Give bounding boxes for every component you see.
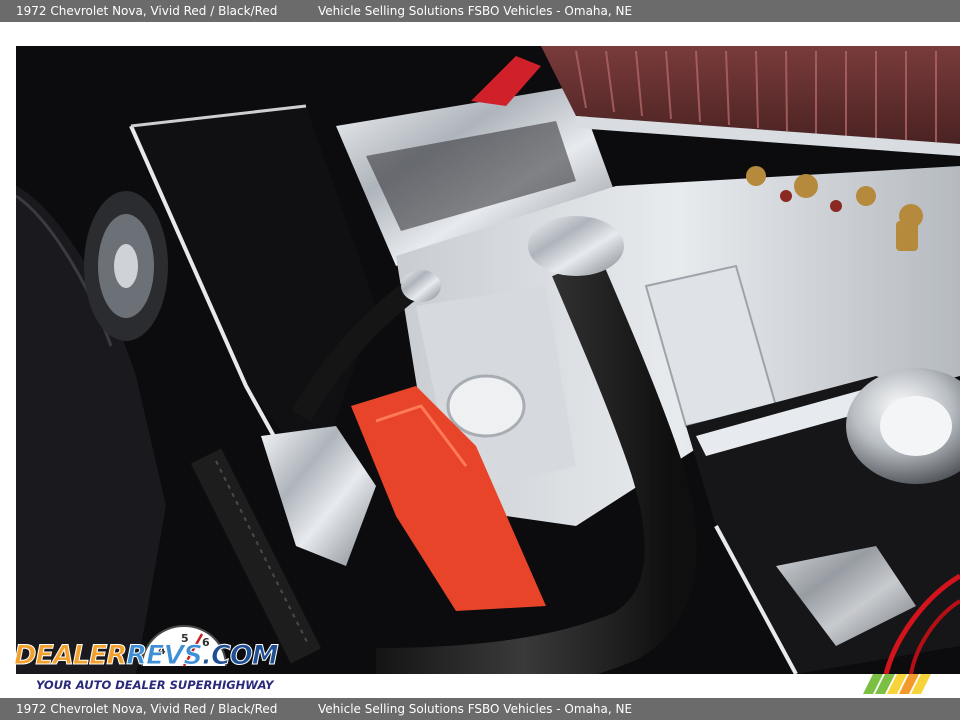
logo-part-dealer: DEALER [13, 640, 127, 672]
bottom-caption-bar: 1972 Chevrolet Nova, Vivid Red / Black/R… [0, 698, 960, 720]
logo-tagline: YOUR AUTO DEALER SUPERHIGHWAY [36, 678, 274, 692]
vehicle-title: 1972 Chevrolet Nova, Vivid Red / Black/R… [16, 702, 278, 716]
dealerrevs-watermark: 4 5 6 DEALERREVS.COM YOUR AUTO DEALER SU… [12, 624, 279, 694]
color-stripes-icon [863, 674, 931, 694]
engine-bay-image [16, 46, 960, 674]
logo-part-revs: REVS [126, 640, 204, 672]
dealer-info: Vehicle Selling Solutions FSBO Vehicles … [318, 4, 633, 18]
top-caption-bar: 1972 Chevrolet Nova, Vivid Red / Black/R… [0, 0, 960, 22]
dealerrevs-logo: DEALERREVS.COM [13, 640, 279, 672]
vehicle-photo[interactable] [16, 46, 960, 674]
dealer-info: Vehicle Selling Solutions FSBO Vehicles … [318, 702, 633, 716]
logo-part-com: .COM [201, 640, 279, 672]
vehicle-title: 1972 Chevrolet Nova, Vivid Red / Black/R… [16, 4, 278, 18]
